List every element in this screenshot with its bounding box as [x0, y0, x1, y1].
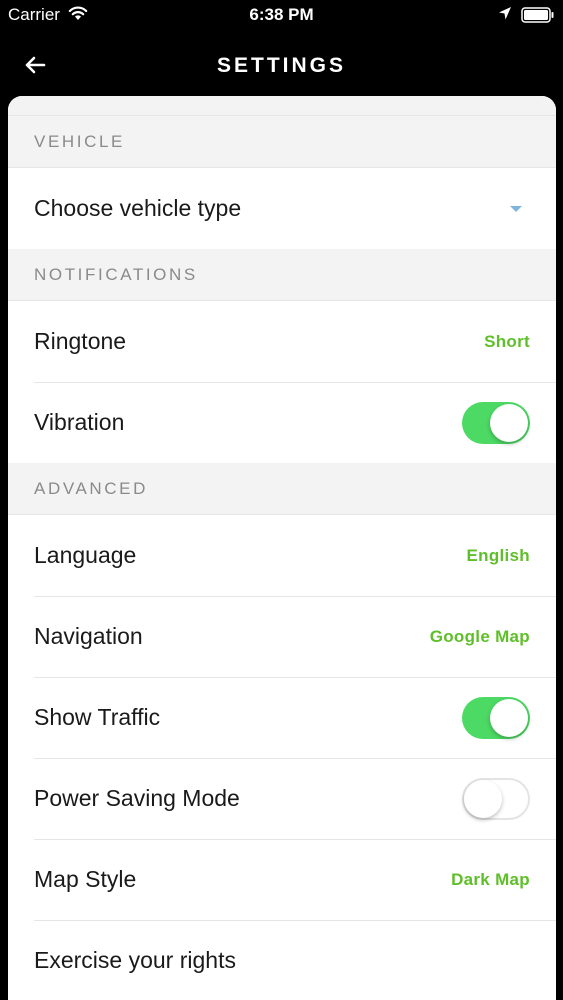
exercise-rights-label: Exercise your rights [34, 947, 236, 973]
exercise-rights-row[interactable]: Exercise your rights [8, 920, 556, 1000]
status-bar: Carrier 6:38 PM [0, 0, 563, 30]
vibration-toggle[interactable] [462, 401, 530, 444]
show-traffic-label: Show Traffic [34, 704, 161, 730]
navigation-value: Google Map [429, 626, 530, 646]
settings-list: VEHICLE Choose vehicle type NOTIFICATION… [8, 96, 556, 1000]
vehicle-type-label: Choose vehicle type [34, 195, 242, 221]
location-arrow-icon [498, 6, 512, 26]
page-title: SETTINGS [216, 54, 346, 77]
language-value: English [466, 545, 530, 565]
power-saving-toggle[interactable] [462, 777, 530, 820]
section-header-notifications: NOTIFICATIONS [8, 249, 556, 301]
navigation-row[interactable]: Navigation Google Map [8, 596, 556, 677]
ringtone-label: Ringtone [34, 328, 127, 354]
caret-down-icon [510, 205, 522, 212]
map-style-row[interactable]: Map Style Dark Map [8, 839, 556, 920]
status-time: 6:38 PM [249, 5, 314, 24]
vibration-row: Vibration [8, 382, 556, 463]
map-style-value: Dark Map [451, 869, 530, 889]
section-header-vehicle: VEHICLE [8, 116, 556, 168]
list-top-spacer [8, 96, 556, 116]
vehicle-type-dropdown[interactable]: Choose vehicle type [8, 168, 556, 249]
toggle-knob [490, 403, 528, 442]
map-style-label: Map Style [34, 866, 137, 892]
toggle-knob [490, 698, 528, 737]
nav-bar: SETTINGS [0, 30, 563, 96]
vibration-label: Vibration [34, 409, 125, 435]
power-saving-row: Power Saving Mode [8, 758, 556, 839]
ringtone-value: Short [484, 331, 530, 351]
battery-icon [521, 7, 555, 28]
language-label: Language [34, 542, 137, 568]
toggle-knob [464, 779, 502, 818]
power-saving-label: Power Saving Mode [34, 785, 240, 811]
language-row[interactable]: Language English [8, 515, 556, 596]
navigation-label: Navigation [34, 623, 143, 649]
ringtone-row[interactable]: Ringtone Short [8, 301, 556, 382]
section-header-advanced: ADVANCED [8, 463, 556, 515]
show-traffic-toggle[interactable] [462, 696, 530, 739]
show-traffic-row: Show Traffic [8, 677, 556, 758]
